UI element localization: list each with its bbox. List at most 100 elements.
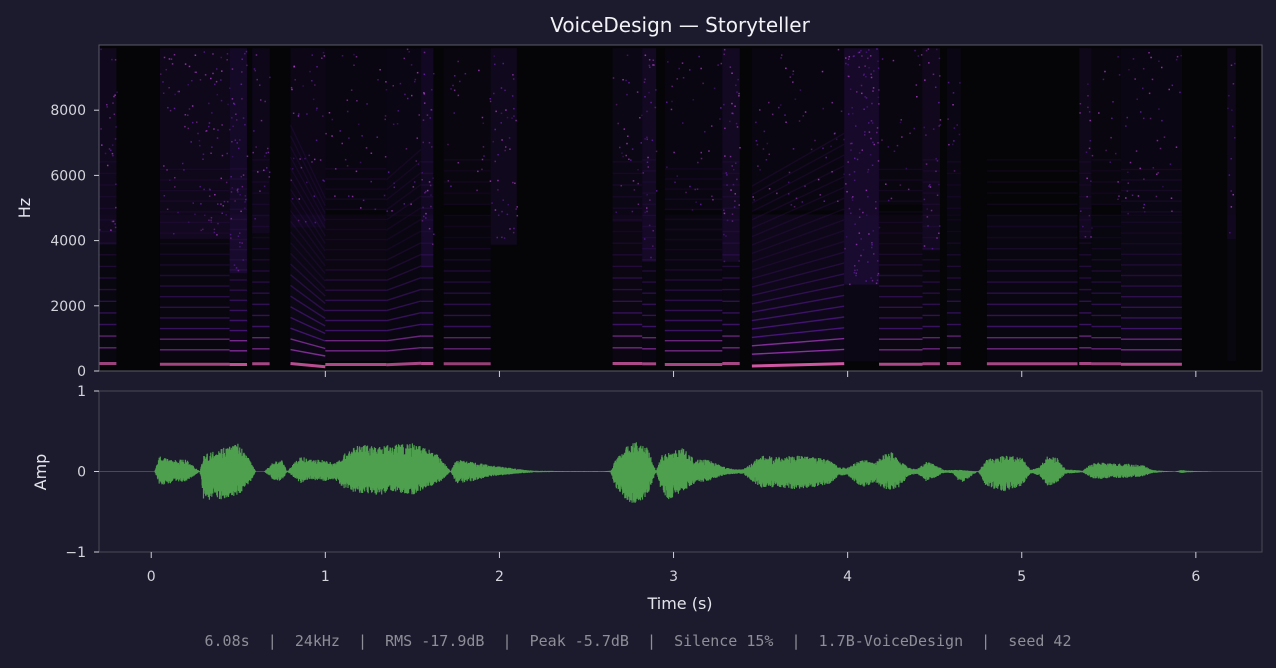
speech-segment (99, 48, 118, 365)
hf-energy-speck (631, 210, 634, 213)
hf-energy-speck (737, 78, 739, 81)
hf-energy-speck (732, 168, 735, 171)
hf-energy-speck (339, 130, 341, 132)
hf-energy-speck (106, 103, 108, 106)
hf-energy-speck (1175, 146, 1178, 148)
hf-energy-speck (822, 107, 825, 110)
hf-energy-speck (208, 188, 211, 190)
hf-energy-speck (1142, 206, 1145, 209)
hf-energy-speck (636, 91, 639, 93)
hf-energy-speck (211, 146, 213, 148)
hf-energy-speck (792, 70, 795, 72)
hf-energy-speck (914, 49, 916, 52)
hf-energy-speck (643, 81, 646, 83)
hf-energy-speck (328, 111, 331, 114)
hf-energy-speck (953, 140, 955, 142)
hf-energy-speck (738, 204, 740, 206)
hf-energy-speck (868, 49, 870, 51)
mid-energy-band (229, 214, 247, 362)
hf-energy-speck (1143, 203, 1146, 206)
hf-energy-speck (953, 127, 956, 129)
hf-energy-speck (825, 156, 827, 159)
hf-energy-speck (871, 102, 873, 105)
hf-energy-speck (365, 147, 368, 149)
hf-energy-speck (425, 212, 427, 215)
hf-energy-speck (612, 77, 615, 79)
hf-energy-speck (723, 209, 725, 211)
hf-energy-speck (877, 60, 879, 62)
hf-energy-speck (384, 115, 387, 117)
speech-segment (252, 48, 271, 366)
hf-energy-speck (187, 84, 189, 86)
hf-energy-speck (476, 189, 478, 192)
hf-energy-speck (227, 103, 229, 106)
hf-energy-speck (315, 109, 318, 111)
hf-energy-speck (1179, 91, 1181, 94)
hf-energy-speck (246, 155, 249, 157)
hf-energy-speck (464, 72, 467, 75)
hf-energy-speck (615, 103, 618, 106)
hf-energy-speck (655, 150, 658, 153)
hf-energy-speck (494, 160, 497, 163)
hf-energy-speck (849, 88, 852, 90)
hf-energy-speck (334, 195, 336, 197)
hf-energy-speck (648, 64, 651, 67)
hf-energy-speck (858, 66, 860, 68)
hf-energy-speck (432, 177, 434, 179)
hf-energy-speck (864, 131, 866, 133)
hf-energy-speck (646, 210, 648, 213)
hf-energy-speck (231, 186, 234, 189)
hf-energy-speck (1158, 60, 1160, 63)
hf-energy-speck (293, 65, 295, 68)
hf-energy-speck (509, 228, 511, 230)
figure: VoiceDesign — Storyteller 0 2000 4000 6000 8… (15, 13, 1263, 613)
hf-energy-speck (184, 63, 187, 65)
hf-energy-speck (405, 148, 408, 150)
hf-energy-speck (217, 203, 219, 205)
hf-energy-speck (230, 191, 233, 193)
hf-energy-speck (952, 92, 955, 94)
hf-energy-speck (626, 93, 628, 96)
hf-energy-speck (256, 78, 258, 81)
hf-energy-speck (241, 98, 243, 100)
hf-energy-speck (174, 176, 176, 179)
hf-energy-speck (515, 119, 517, 122)
hf-energy-speck (934, 86, 937, 89)
hf-energy-speck (1152, 167, 1155, 169)
hf-energy-speck (951, 143, 954, 146)
hf-energy-speck (167, 106, 169, 109)
hf-energy-speck (392, 123, 395, 126)
hf-energy-speck (216, 93, 219, 96)
hf-energy-speck (1088, 111, 1091, 113)
hf-energy-speck (450, 88, 452, 90)
hf-energy-speck (699, 203, 702, 206)
hf-energy-speck (822, 147, 824, 150)
hf-energy-speck (423, 93, 426, 95)
hf-energy-speck (869, 154, 872, 156)
hf-energy-speck (500, 112, 503, 115)
hf-energy-speck (804, 111, 807, 113)
hf-energy-speck (513, 227, 515, 230)
hf-energy-speck (729, 155, 732, 158)
hf-energy-speck (111, 58, 113, 61)
hf-energy-speck (867, 171, 869, 173)
hf-energy-speck (351, 195, 354, 198)
hf-energy-speck (1128, 68, 1130, 71)
mid-energy-band (922, 214, 940, 362)
hf-energy-speck (267, 147, 269, 150)
hf-energy-speck (493, 92, 495, 95)
hf-energy-speck (1134, 78, 1136, 80)
hf-energy-speck (862, 74, 865, 77)
hf-energy-speck (1156, 173, 1158, 176)
hf-energy-speck (678, 67, 680, 70)
hf-energy-speck (851, 199, 854, 201)
hf-energy-speck (313, 195, 316, 197)
hf-energy-speck (789, 76, 792, 78)
hf-energy-speck (847, 75, 849, 78)
hf-energy-speck (695, 201, 697, 203)
hf-energy-speck (867, 122, 870, 124)
hf-energy-speck (422, 119, 425, 121)
speech-segment (325, 48, 388, 366)
hf-energy-speck (850, 149, 852, 151)
hf-energy-speck (221, 212, 223, 215)
